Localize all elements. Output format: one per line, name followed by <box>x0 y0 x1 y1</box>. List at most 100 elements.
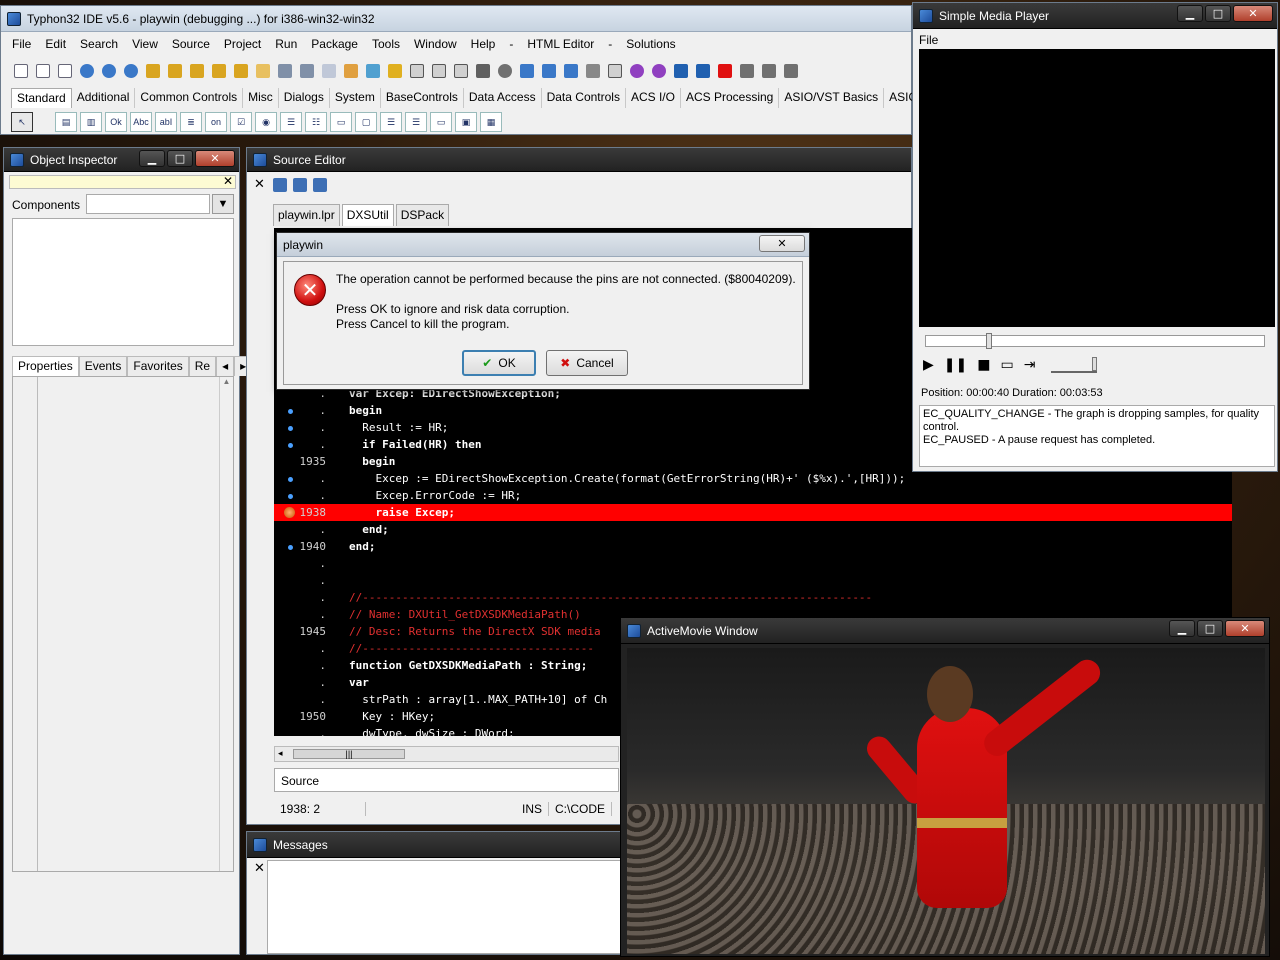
messages-titlebar[interactable]: Messages <box>247 832 625 858</box>
vertical-scrollbar[interactable]: ▲ <box>219 377 233 871</box>
menu-run[interactable]: Run <box>268 37 304 51</box>
lock-icon[interactable] <box>231 61 251 81</box>
new-file-icon[interactable] <box>11 61 31 81</box>
forward-icon[interactable] <box>313 178 327 192</box>
memo-icon[interactable]: ≣ <box>180 112 202 132</box>
puzzle-icon[interactable] <box>363 61 383 81</box>
maximize-button[interactable]: □ <box>1197 620 1223 637</box>
pause-icon[interactable] <box>693 61 713 81</box>
activemovie-titlebar[interactable]: ActiveMovie Window ▁ □ ✕ <box>621 618 1269 644</box>
form-icon[interactable] <box>407 61 427 81</box>
lock-icon[interactable] <box>187 61 207 81</box>
close-icon[interactable]: ✕ <box>254 176 265 192</box>
close-button[interactable]: ✕ <box>1225 620 1265 637</box>
code-line[interactable]: . <box>274 555 1232 572</box>
globe-icon[interactable] <box>77 61 97 81</box>
tab-dxsutil[interactable]: DXSUtil <box>341 204 394 226</box>
fullscreen-icon[interactable]: ▭ <box>1000 357 1013 373</box>
radiogroup-icon[interactable]: ☰ <box>380 112 402 132</box>
player-menu-file[interactable]: File <box>919 33 938 47</box>
step-out-icon[interactable] <box>781 61 801 81</box>
frame-icon[interactable]: ▣ <box>455 112 477 132</box>
run-icon[interactable] <box>671 61 691 81</box>
minimize-button[interactable]: ▁ <box>139 150 165 167</box>
home-icon[interactable] <box>273 178 287 192</box>
seek-bar[interactable] <box>925 333 1265 349</box>
messages-list[interactable] <box>267 860 627 954</box>
volume-slider[interactable] <box>1051 357 1098 373</box>
source-tab[interactable]: Source <box>274 768 619 792</box>
tab-asio-vst-basics[interactable]: ASIO/VST Basics <box>779 88 885 108</box>
play-icon[interactable]: ▶ <box>923 357 934 373</box>
network-icon[interactable] <box>517 61 537 81</box>
tab-basecontrols[interactable]: BaseControls <box>381 88 464 108</box>
tab-properties[interactable]: Properties <box>12 356 79 376</box>
code-line[interactable]: . Excep := EDirectShowException.Create(f… <box>274 470 1232 487</box>
stop-icon[interactable] <box>715 61 735 81</box>
code-line[interactable]: . Excep.ErrorCode := HR; <box>274 487 1232 504</box>
code-line[interactable]: . end; <box>274 521 1232 538</box>
tab-data-access[interactable]: Data Access <box>464 88 542 108</box>
tab-events[interactable]: Events <box>78 356 128 376</box>
code-line[interactable]: 1940 end; <box>274 538 1232 555</box>
actionlist-icon[interactable]: ▦ <box>480 112 502 132</box>
step-over-icon[interactable] <box>759 61 779 81</box>
ok-button[interactable]: ✔ OK <box>462 350 536 376</box>
scrollbar-icon[interactable]: ▭ <box>330 112 352 132</box>
pause-icon[interactable]: ❚❚ <box>944 357 967 373</box>
debug-icon[interactable] <box>649 61 669 81</box>
radiobutton-icon[interactable]: ◉ <box>255 112 277 132</box>
tab-restricted[interactable]: Re <box>188 356 217 376</box>
groupbox-icon[interactable]: ▢ <box>355 112 377 132</box>
menu-package[interactable]: Package <box>304 37 365 51</box>
source-editor-titlebar[interactable]: Source Editor <box>247 148 911 172</box>
stop-icon[interactable]: ■ <box>977 357 990 373</box>
tab-acs-io[interactable]: ACS I/O <box>626 88 681 108</box>
pointer-icon[interactable]: ↖ <box>11 112 33 132</box>
new-unit-icon[interactable] <box>55 61 75 81</box>
tab-favorites[interactable]: Favorites <box>127 356 189 376</box>
menu-edit[interactable]: Edit <box>38 37 73 51</box>
tree-icon[interactable] <box>385 61 405 81</box>
togglebox-icon[interactable]: on <box>205 112 227 132</box>
tab-playwin-lpr[interactable]: playwin.lpr <box>273 204 340 226</box>
menu-window[interactable]: Window <box>407 37 464 51</box>
tab-standard[interactable]: Standard <box>11 88 72 108</box>
code-line[interactable]: . //-------------------------------------… <box>274 589 1232 606</box>
new-form-icon[interactable] <box>33 61 53 81</box>
menu-tools[interactable]: Tools <box>365 37 407 51</box>
layout-icon[interactable] <box>539 61 559 81</box>
property-grid[interactable]: ▲ <box>12 376 234 872</box>
panel-icon[interactable] <box>605 61 625 81</box>
menu-source[interactable]: Source <box>165 37 217 51</box>
close-icon[interactable]: ✕ <box>254 860 265 876</box>
inspector-titlebar[interactable]: Object Inspector ▁ □ ✕ <box>4 148 239 172</box>
components-tree[interactable] <box>12 218 234 346</box>
save-icon[interactable] <box>275 61 295 81</box>
tab-common-controls[interactable]: Common Controls <box>135 88 244 108</box>
wave-icon[interactable] <box>561 61 581 81</box>
checkbox-icon[interactable]: ☑ <box>230 112 252 132</box>
filter-icon[interactable]: ▼ <box>212 194 234 214</box>
save-all-icon[interactable] <box>297 61 317 81</box>
button-icon[interactable]: Ok <box>105 112 127 132</box>
tab-system[interactable]: System <box>330 88 381 108</box>
cancel-button[interactable]: ✖ Cancel <box>546 350 628 376</box>
refresh-icon[interactable] <box>99 61 119 81</box>
lock-icon[interactable] <box>209 61 229 81</box>
horizontal-scrollbar[interactable]: ◂ ||| <box>274 746 619 762</box>
tab-acs-processing[interactable]: ACS Processing <box>681 88 780 108</box>
minimize-button[interactable]: ▁ <box>1177 5 1203 22</box>
tab-data-controls[interactable]: Data Controls <box>542 88 626 108</box>
label-icon[interactable]: Abc <box>130 112 152 132</box>
menu-search[interactable]: Search <box>73 37 125 51</box>
volume-knob[interactable] <box>1092 357 1098 371</box>
mainmenu-icon[interactable]: ▤ <box>55 112 77 132</box>
ide-titlebar[interactable]: Typhon32 IDE v5.6 - playwin (debugging .… <box>1 6 911 32</box>
menu-view[interactable]: View <box>125 37 165 51</box>
copy-icon[interactable] <box>319 61 339 81</box>
close-icon[interactable]: ✕ <box>223 174 233 188</box>
target-icon[interactable] <box>627 61 647 81</box>
toggle-icon[interactable] <box>451 61 471 81</box>
seek-knob[interactable] <box>986 333 992 349</box>
